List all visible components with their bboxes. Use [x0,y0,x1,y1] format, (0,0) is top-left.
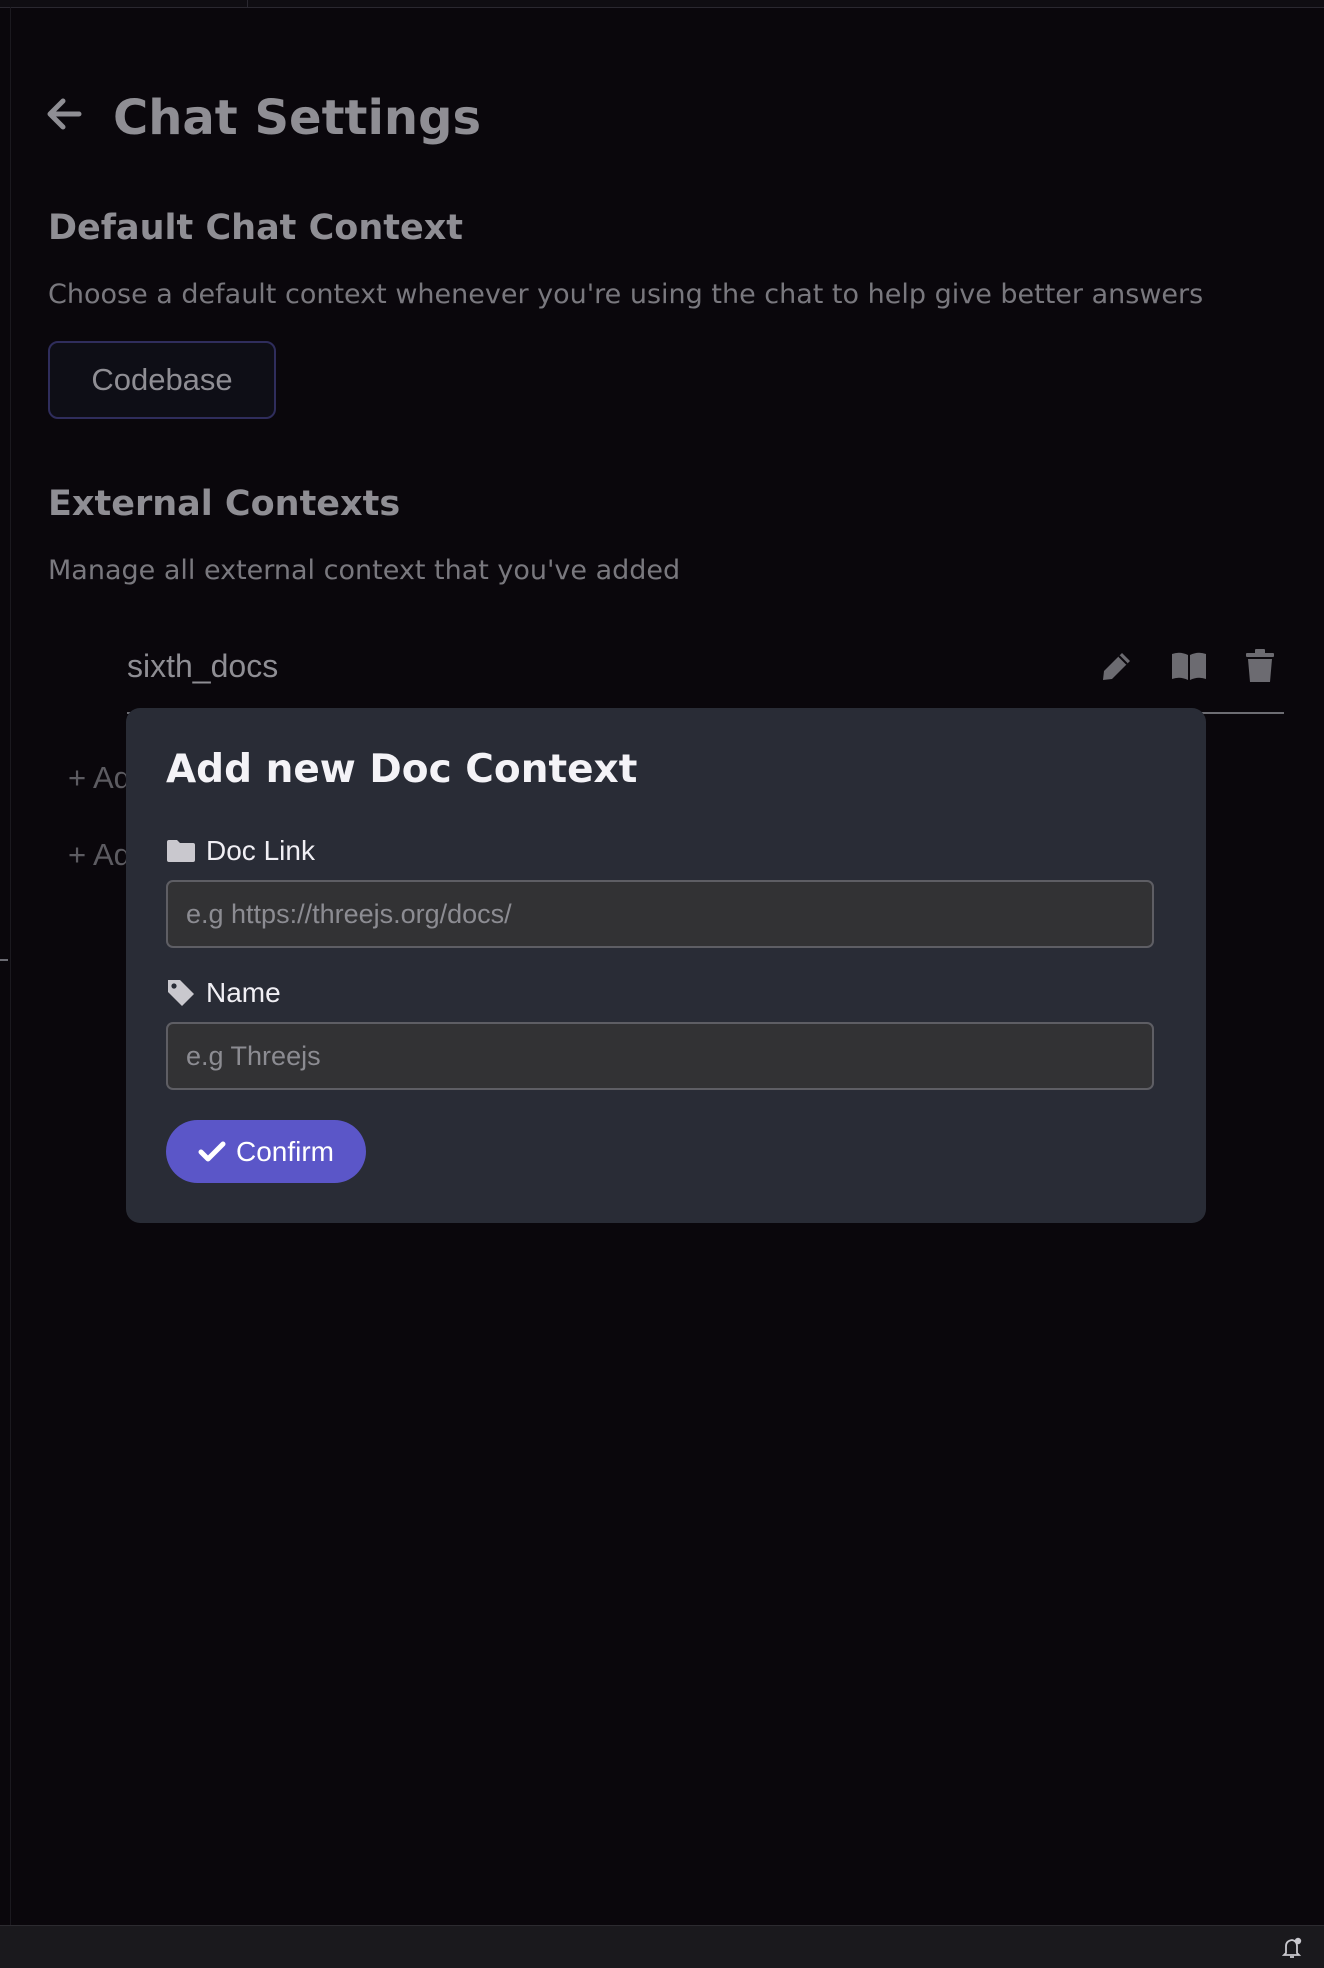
arrow-left-icon [47,98,82,130]
default-context-heading: Default Chat Context [48,208,464,248]
doc-link-input[interactable] [166,880,1154,948]
add-doc-context-modal: Add new Doc Context Doc Link Name Confir… [126,708,1206,1223]
default-context-description: Choose a default context whenever you're… [48,279,1204,310]
trash-icon [1246,649,1274,682]
chat-settings-page: Chat Settings Default Chat Context Choos… [0,0,1324,1925]
external-context-name: sixth_docs [127,648,279,684]
external-contexts-heading: External Contexts [48,484,401,524]
external-context-item: sixth_docs [127,628,1284,714]
folder-icon [167,840,195,862]
add-context-link[interactable]: + Add [68,760,134,796]
default-context-chip[interactable]: Codebase [48,341,276,419]
name-label: Name [166,977,281,1009]
confirm-button[interactable]: Confirm [166,1120,366,1183]
name-input[interactable] [166,1022,1154,1090]
name-label-text: Name [206,977,281,1008]
bell-icon [1281,1937,1302,1958]
back-button[interactable] [44,94,84,134]
check-icon [198,1141,226,1161]
pencil-icon [1103,653,1130,680]
doc-link-label: Doc Link [166,835,315,867]
notifications-button[interactable] [1278,1934,1306,1962]
view-docs-button[interactable] [1169,646,1209,686]
external-contexts-description: Manage all external context that you've … [48,555,681,586]
book-icon [1172,652,1206,680]
delete-context-button[interactable] [1240,646,1280,686]
edit-context-button[interactable] [1097,646,1137,686]
doc-link-label-text: Doc Link [206,835,315,866]
confirm-label: Confirm [235,1135,334,1167]
status-bar [0,1925,1324,1968]
add-context-link[interactable]: + Add [68,837,134,873]
modal-title: Add new Doc Context [166,747,638,792]
tag-icon [168,980,194,1006]
page-title: Chat Settings [113,90,482,146]
